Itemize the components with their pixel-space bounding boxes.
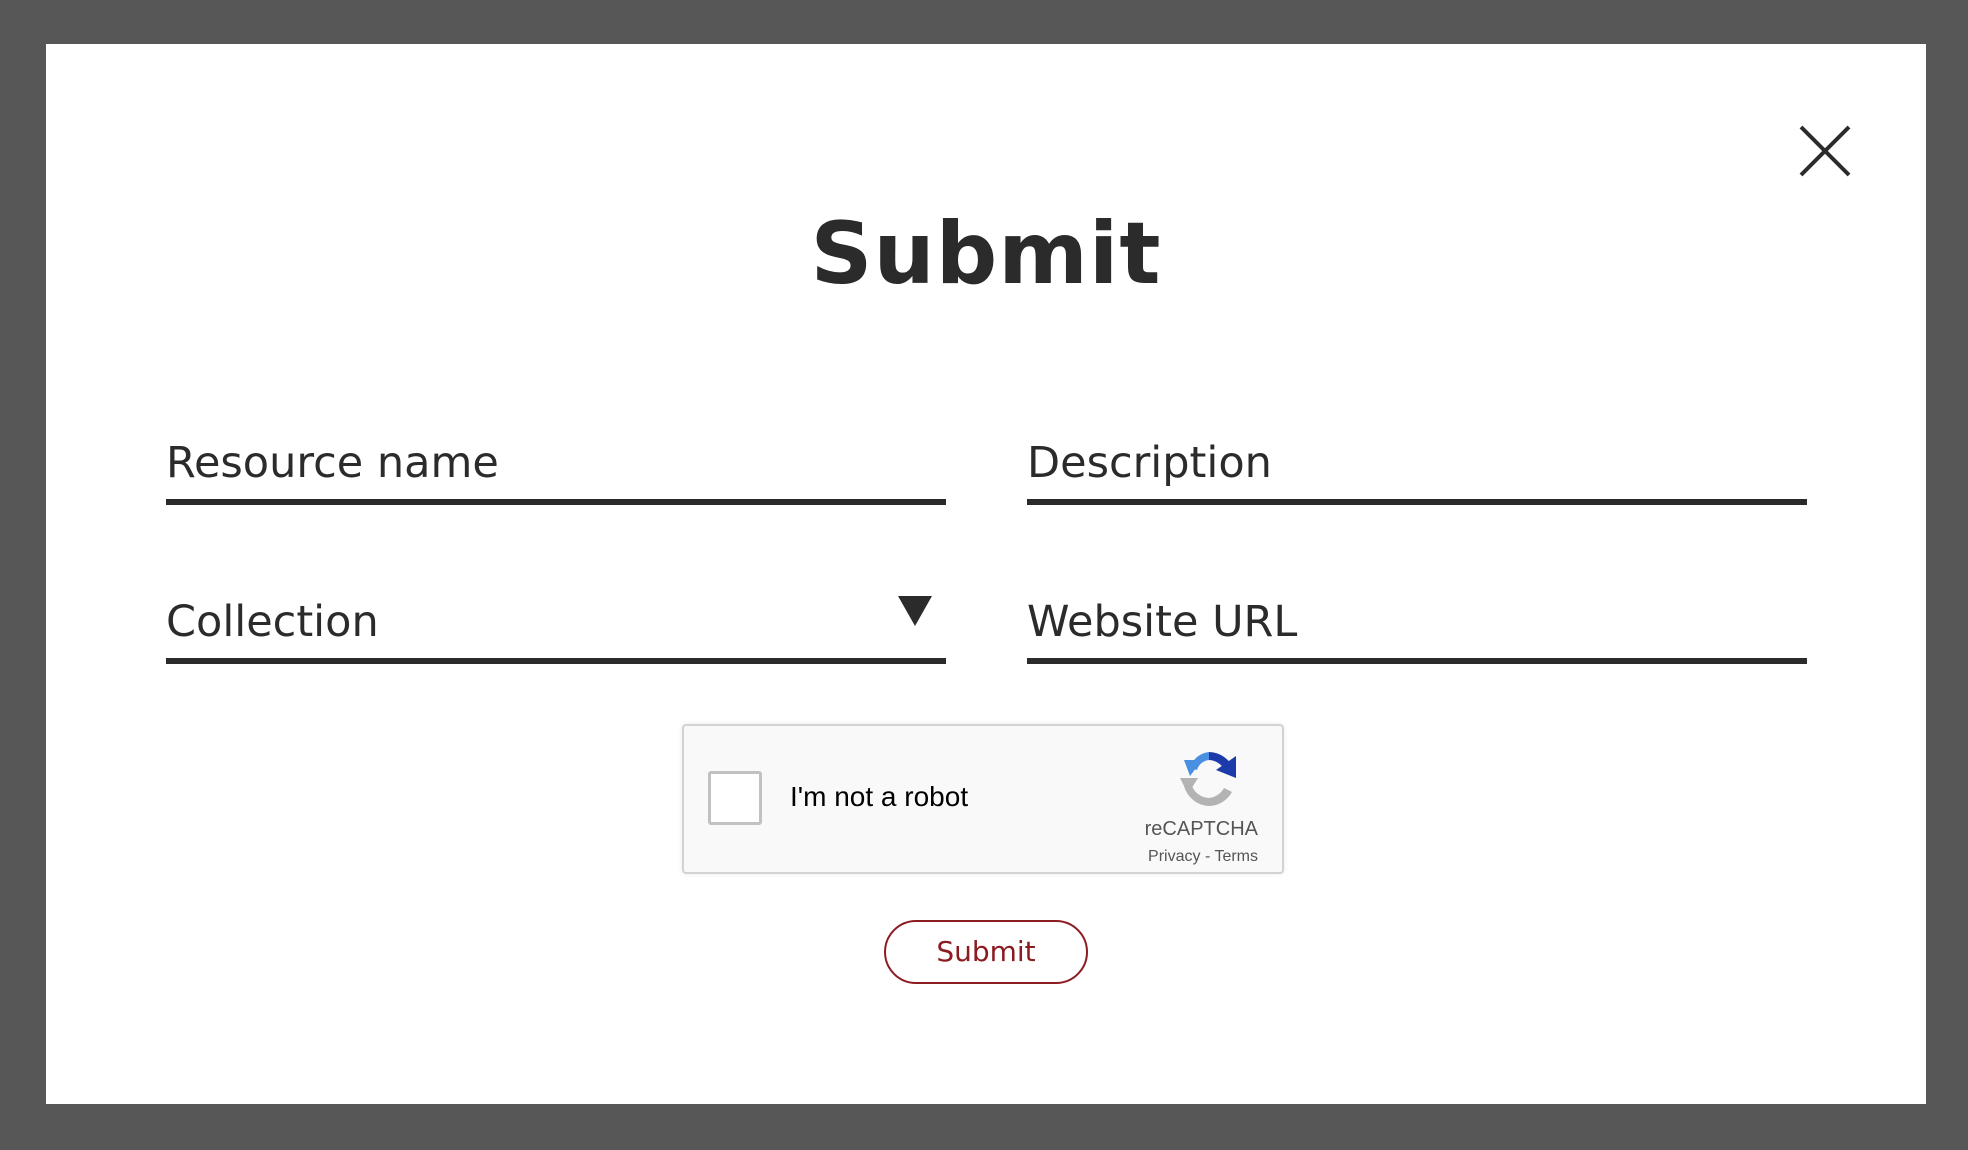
modal-title: Submit [810, 204, 1162, 304]
submit-modal: Submit Collection I'm not a robot [46, 44, 1926, 1104]
recaptcha-logo-icon [1180, 752, 1236, 806]
link-separator: - [1200, 848, 1215, 865]
resource-name-field [166, 429, 946, 505]
recaptcha-widget: I'm not a robot reCAPTCHA Privacy - Term… [682, 724, 1284, 874]
submit-button[interactable]: Submit [884, 920, 1088, 984]
close-icon [1799, 125, 1851, 177]
terms-link[interactable]: Terms [1214, 848, 1258, 865]
close-button[interactable] [1795, 121, 1855, 181]
website-url-input[interactable] [1027, 594, 1807, 650]
collection-select-value: Collection [166, 597, 379, 647]
recaptcha-brand: reCAPTCHA [1144, 818, 1258, 840]
modal-overlay[interactable]: Submit Collection I'm not a robot [0, 0, 1968, 1150]
description-field [1027, 429, 1807, 505]
website-url-field [1027, 588, 1807, 664]
resource-name-input[interactable] [166, 435, 946, 491]
recaptcha-label: I'm not a robot [790, 781, 969, 812]
privacy-link[interactable]: Privacy [1148, 848, 1200, 865]
description-input[interactable] [1027, 435, 1807, 491]
recaptcha-links: Privacy - Terms [1148, 848, 1258, 866]
recaptcha-checkbox[interactable] [708, 771, 762, 825]
triangle-down-icon [898, 596, 932, 626]
collection-select[interactable]: Collection [166, 588, 946, 664]
